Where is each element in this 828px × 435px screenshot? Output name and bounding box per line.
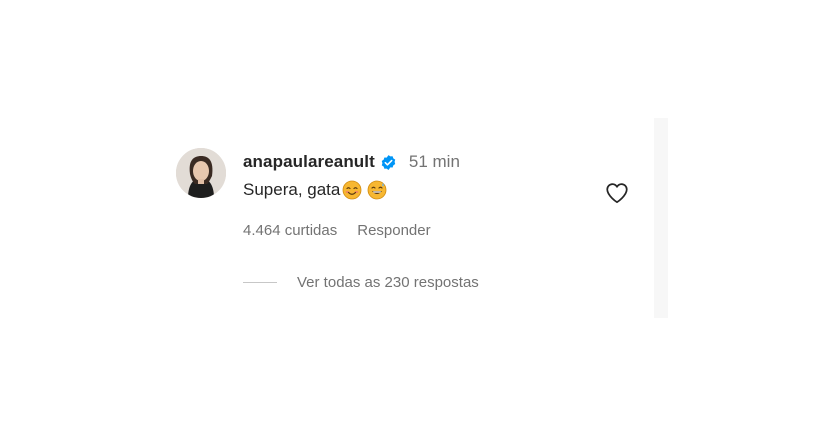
avatar[interactable] — [176, 148, 226, 198]
likes-count[interactable]: 4.464 curtidas — [243, 222, 337, 239]
side-panel-edge — [654, 118, 668, 318]
comment-meta: 4.464 curtidas Responder — [243, 222, 431, 239]
username[interactable]: anapaulareanult — [243, 152, 375, 172]
verified-badge-icon — [380, 154, 397, 171]
timestamp[interactable]: 51 min — [409, 152, 460, 172]
view-replies-button[interactable]: Ver todas as 230 respostas — [243, 274, 479, 291]
grinning-sweat-emoji-icon — [367, 180, 387, 200]
replies-divider — [243, 282, 277, 283]
view-replies-label: Ver todas as 230 respostas — [297, 274, 479, 291]
comment-body: Supera, gata — [243, 180, 341, 199]
comment-text: Supera, gata — [243, 180, 387, 200]
like-heart-icon[interactable] — [604, 180, 630, 206]
reply-button[interactable]: Responder — [357, 222, 430, 239]
comment-header: anapaulareanult 51 min — [243, 150, 460, 174]
comment: anapaulareanult 51 min Supera, gata 4.46… — [176, 148, 636, 308]
smiling-face-emoji-icon — [342, 180, 362, 200]
